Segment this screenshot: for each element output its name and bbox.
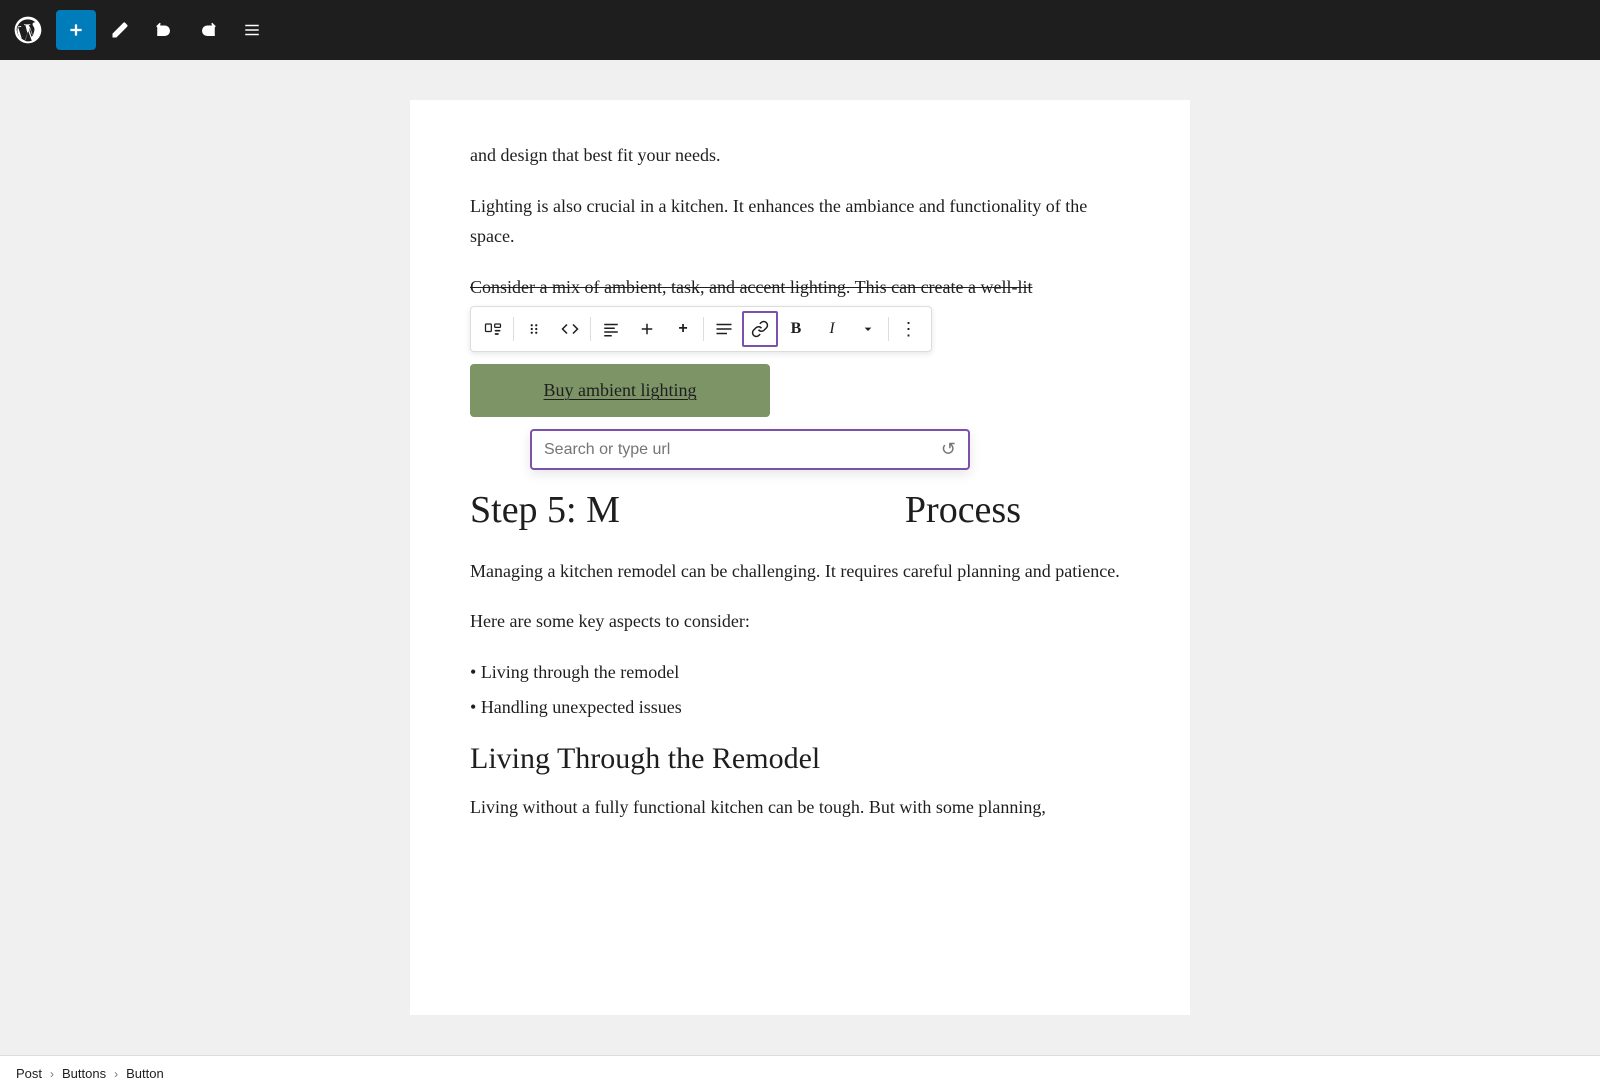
list-item-1: Living through the remodel: [470, 657, 1130, 688]
url-search-box: ↺: [530, 429, 970, 470]
list-item-2: Handling unexpected issues: [470, 692, 1130, 723]
toolbar-transform-button[interactable]: [475, 311, 511, 347]
toolbar-code-button[interactable]: [552, 311, 588, 347]
url-search-input[interactable]: [544, 441, 941, 459]
paragraph-3: Managing a kitchen remodel can be challe…: [470, 556, 1130, 587]
breadcrumb-sep-1: ›: [50, 1067, 54, 1081]
toolbar-divider-4: [888, 317, 889, 341]
add-block-button[interactable]: [56, 10, 96, 50]
main-editor: and design that best fit your needs. Lig…: [0, 60, 1600, 1055]
undo-button[interactable]: [144, 10, 184, 50]
toolbar-add-block-button[interactable]: [629, 311, 665, 347]
toolbar-drag-button[interactable]: [516, 311, 552, 347]
strikethrough-text: Consider a mix of ambient, task, and acc…: [470, 272, 1130, 303]
toolbar-bold-button[interactable]: B: [778, 311, 814, 347]
toolbar-list-button[interactable]: [706, 311, 742, 347]
toolbar-italic-button[interactable]: I: [814, 311, 850, 347]
breadcrumb: Post › Buttons › Button: [16, 1066, 164, 1081]
top-toolbar: [0, 0, 1600, 60]
pen-tool-button[interactable]: [100, 10, 140, 50]
url-reset-icon[interactable]: ↺: [941, 439, 956, 460]
bottom-bar: Post › Buttons › Button: [0, 1055, 1600, 1091]
breadcrumb-post[interactable]: Post: [16, 1066, 42, 1081]
toolbar-options-button[interactable]: ⋮: [891, 311, 927, 347]
breadcrumb-buttons[interactable]: Buttons: [62, 1066, 106, 1081]
paragraph-2: Lighting is also crucial in a kitchen. I…: [470, 191, 1130, 252]
toolbar-add-inline-button[interactable]: +: [665, 311, 701, 347]
paragraph-1: and design that best fit your needs.: [470, 140, 1130, 171]
toolbar-divider-2: [590, 317, 591, 341]
menu-button[interactable]: [232, 10, 272, 50]
toolbar-align-button[interactable]: [593, 311, 629, 347]
wordpress-logo[interactable]: [8, 10, 48, 50]
step-heading: Step 5: M Process: [470, 486, 1130, 535]
breadcrumb-button: Button: [126, 1066, 164, 1081]
editor-canvas: and design that best fit your needs. Lig…: [410, 100, 1190, 1015]
buy-ambient-lighting-button[interactable]: Buy ambient lighting: [470, 364, 770, 417]
toolbar-link-button[interactable]: [742, 311, 778, 347]
content-list: Living through the remodel Handling unex…: [470, 657, 1130, 722]
button-block: Buy ambient lighting: [470, 364, 1130, 417]
paragraph-5: Living without a fully functional kitche…: [470, 792, 1130, 823]
paragraph-4: Here are some key aspects to consider:: [470, 606, 1130, 637]
block-toolbar: + B I: [470, 306, 932, 352]
toolbar-divider-3: [703, 317, 704, 341]
toolbar-more-formatting-button[interactable]: [850, 311, 886, 347]
redo-button[interactable]: [188, 10, 228, 50]
breadcrumb-sep-2: ›: [114, 1067, 118, 1081]
toolbar-divider-1: [513, 317, 514, 341]
subheading-living: Living Through the Remodel: [470, 742, 1130, 776]
